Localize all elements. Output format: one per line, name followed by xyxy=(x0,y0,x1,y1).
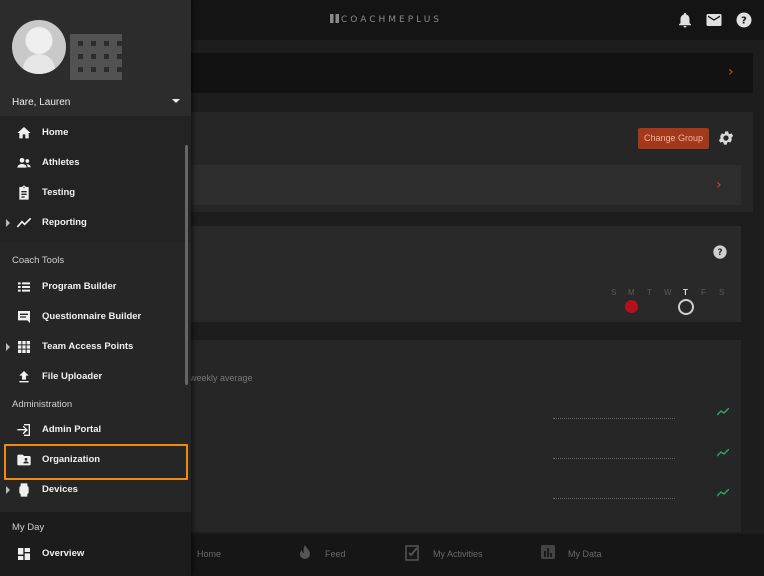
sidebar-item-home[interactable]: Home xyxy=(0,118,191,148)
change-group-button[interactable]: Change Group xyxy=(638,128,709,149)
section-title-coach-tools: Coach Tools xyxy=(12,255,65,266)
sidebar-item-label: Athletes xyxy=(42,157,80,168)
user-menu-caret-icon[interactable] xyxy=(172,99,180,103)
trend-up-icon xyxy=(717,449,729,457)
sidebar-item-label: Devices xyxy=(42,484,78,495)
sidebar-item-athletes[interactable]: Athletes xyxy=(0,148,191,178)
announcement-card[interactable] xyxy=(191,53,753,93)
bottom-nav-my-data[interactable]: My Data xyxy=(568,549,602,559)
expand-arrow-icon[interactable] xyxy=(6,343,10,351)
weekday-label-current: T xyxy=(683,288,688,297)
weekly-average-label: weekly average xyxy=(190,373,253,383)
sidebar-item-questionnaire-builder[interactable]: Questionnaire Builder xyxy=(0,302,191,332)
trend-line-icon xyxy=(16,215,32,231)
section-title-my-day: My Day xyxy=(12,522,45,533)
trend-up-icon xyxy=(717,489,729,497)
sidebar-item-testing[interactable]: Testing xyxy=(0,178,191,208)
weekday-label: S xyxy=(611,288,617,297)
svg-text:?: ? xyxy=(741,15,747,26)
header-pattern xyxy=(70,34,122,80)
chevron-right-icon[interactable]: › xyxy=(728,64,734,80)
bar-chart-icon[interactable] xyxy=(541,545,557,561)
metric-dotted-line xyxy=(553,498,675,499)
svg-text:?: ? xyxy=(717,248,722,258)
people-icon xyxy=(16,155,32,171)
login-icon xyxy=(16,422,32,438)
trend-up-icon xyxy=(717,408,729,416)
fire-icon[interactable] xyxy=(298,545,314,561)
today-indicator[interactable] xyxy=(678,299,694,315)
chevron-right-icon[interactable]: › xyxy=(716,177,722,193)
sidebar-item-team-access-points[interactable]: Team Access Points xyxy=(0,332,191,362)
sidebar-item-label: Home xyxy=(42,127,69,138)
watch-icon xyxy=(16,482,32,498)
organization-highlight-box xyxy=(4,444,188,480)
help-icon[interactable]: ? xyxy=(712,244,728,260)
group-selector-row[interactable] xyxy=(191,165,741,205)
sidebar-scrollbar[interactable] xyxy=(185,145,188,385)
sidebar-item-label: Program Builder xyxy=(42,281,117,292)
avatar[interactable] xyxy=(12,20,66,74)
weekday-label: M xyxy=(628,288,635,297)
weekday-label: W xyxy=(664,288,672,297)
brand-name: COACHMEPLUS xyxy=(341,15,443,25)
upload-icon xyxy=(16,369,32,385)
sidebar-item-label: Team Access Points xyxy=(42,341,134,352)
bottom-nav-my-activities[interactable]: My Activities xyxy=(433,549,483,559)
brand-mark-icon xyxy=(330,14,339,23)
sidebar-item-label: Testing xyxy=(42,187,76,198)
brand-logo: COACHMEPLUS xyxy=(330,14,442,25)
weekday-label: F xyxy=(701,288,706,297)
mail-icon[interactable] xyxy=(705,11,723,29)
grid-icon xyxy=(16,339,32,355)
bell-icon[interactable] xyxy=(676,11,694,29)
weekday-label: S xyxy=(719,288,725,297)
expand-arrow-icon[interactable] xyxy=(6,486,10,494)
sidebar-item-label: Questionnaire Builder xyxy=(42,311,142,322)
sidebar-item-label: Reporting xyxy=(42,217,87,228)
sidebar-drawer: Hare, Lauren Home Athletes Testing Repor… xyxy=(0,0,191,576)
profile-header: Hare, Lauren xyxy=(0,0,191,116)
list-icon xyxy=(16,279,32,295)
gear-icon[interactable] xyxy=(717,129,735,147)
sidebar-item-admin-portal[interactable]: Admin Portal xyxy=(0,415,191,445)
calendar-card xyxy=(191,226,741,322)
checklist-icon[interactable] xyxy=(405,545,421,561)
weekday-label: T xyxy=(647,288,652,297)
dashboard-icon xyxy=(16,546,32,562)
section-title-administration: Administration xyxy=(12,399,73,410)
expand-arrow-icon[interactable] xyxy=(6,219,10,227)
help-icon[interactable]: ? xyxy=(735,11,753,29)
sidebar-item-label: Admin Portal xyxy=(42,424,102,435)
user-name[interactable]: Hare, Lauren xyxy=(12,97,70,108)
sidebar-item-reporting[interactable]: Reporting xyxy=(0,208,191,238)
metric-dotted-line xyxy=(553,418,675,419)
metrics-card xyxy=(191,340,741,532)
day-status-dot[interactable] xyxy=(625,300,638,313)
clipboard-icon xyxy=(16,185,32,201)
sidebar-item-overview[interactable]: Overview xyxy=(0,539,191,569)
sidebar-item-label: File Uploader xyxy=(42,371,103,382)
message-icon xyxy=(16,309,32,325)
bottom-nav-home[interactable]: Home xyxy=(197,549,221,559)
sidebar-item-program-builder[interactable]: Program Builder xyxy=(0,272,191,302)
bottom-nav-feed[interactable]: Feed xyxy=(325,549,346,559)
sidebar-item-file-uploader[interactable]: File Uploader xyxy=(0,362,191,392)
sidebar-item-label: Overview xyxy=(42,548,85,559)
metric-dotted-line xyxy=(553,458,675,459)
home-icon xyxy=(16,125,32,141)
